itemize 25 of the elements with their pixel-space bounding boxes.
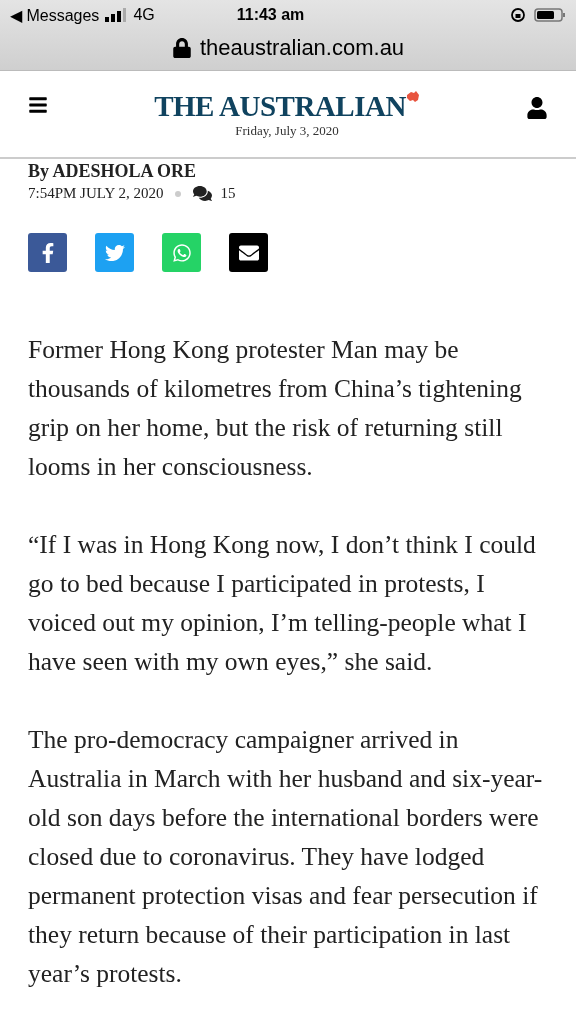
share-button[interactable] [28, 233, 67, 272]
back-to-messages[interactable]: ◀ Messages [10, 5, 100, 25]
network-type: 4G [133, 6, 155, 24]
account-icon[interactable] [526, 97, 548, 119]
comment-count[interactable]: 15 [220, 185, 236, 202]
article-paragraph: “If I was in Hong Kong now, I don’t think I could go to bed because I participated in protests, I voiced out my opinion, I’m telling-people what I have seen with my own eyes,” she said. [28, 529, 537, 678]
bird-icon [104, 242, 125, 263]
article-paragraph: Former Hong Kong protester Man may be thousands of kilometres from China’s tightening grip on her home, but the risk of returning still looms in her consciousness. [28, 334, 523, 483]
phone-bubble-icon [171, 242, 192, 263]
share-button[interactable] [229, 233, 268, 272]
lock-icon [171, 38, 192, 58]
masthead-title[interactable]: THE AUSTRALIAN [154, 91, 406, 121]
byline: By ADESHOLA ORE [28, 161, 198, 182]
timestamp: 7:54PM JULY 2, 2020 [28, 185, 164, 202]
signal-icon [105, 8, 128, 22]
comments-icon[interactable] [193, 184, 213, 203]
article-paragraph: The pro-democracy campaigner arrived in Australia in March with her husband and six-year-old son days before the international borders were closed due to coronavirus. They have lodged permanent protection visas and fear persecution if they return because of their participation in last year’s protests. [28, 724, 544, 990]
menu-icon[interactable] [28, 95, 48, 115]
separator-dot [175, 190, 182, 197]
map-icon [405, 91, 420, 103]
url-text[interactable]: theaustralian.com.au [199, 35, 405, 61]
masthead-date: Friday, July 3, 2020 [235, 123, 339, 139]
clock: 11:43 am [236, 6, 305, 24]
rotation-lock-icon [510, 7, 526, 23]
battery-icon [534, 7, 566, 23]
